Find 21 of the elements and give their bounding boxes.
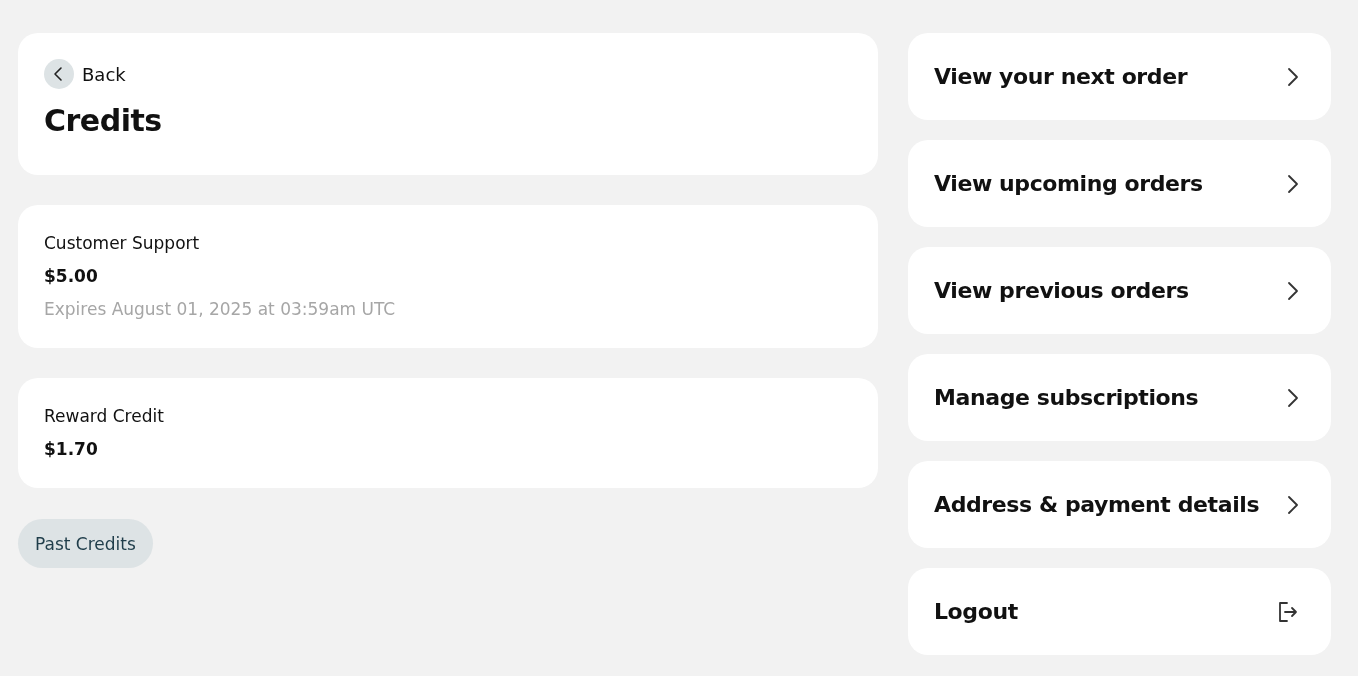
- back-link[interactable]: Back: [44, 59, 126, 89]
- menu-item[interactable]: View your next order: [908, 33, 1331, 120]
- menu-item[interactable]: View upcoming orders: [908, 140, 1331, 227]
- menu-item[interactable]: Manage subscriptions: [908, 354, 1331, 441]
- chevron-right-icon: [1287, 66, 1299, 87]
- logout-icon: [1277, 600, 1299, 623]
- menu-item[interactable]: Address & payment details: [908, 461, 1331, 548]
- credit-name: Customer Support: [44, 233, 201, 253]
- menu-item[interactable]: Logout: [908, 568, 1331, 655]
- menu-item[interactable]: View previous orders: [908, 247, 1331, 334]
- chevron-right-icon: [1287, 173, 1299, 194]
- chevron-right-icon: [1287, 387, 1299, 408]
- chevron-right-icon: [1287, 494, 1299, 515]
- past-credits-button[interactable]: Past Credits: [18, 519, 153, 568]
- credit-amount: $5.00: [44, 266, 99, 286]
- back-icon[interactable]: [44, 59, 74, 89]
- credit-name: Reward Credit: [44, 406, 165, 426]
- page-title: Credits: [44, 103, 163, 138]
- credit-expiry: Expires August 01, 2025 at 03:59am UTC: [44, 299, 397, 319]
- chevron-right-icon: [1287, 280, 1299, 301]
- credit-amount: $1.70: [44, 439, 99, 459]
